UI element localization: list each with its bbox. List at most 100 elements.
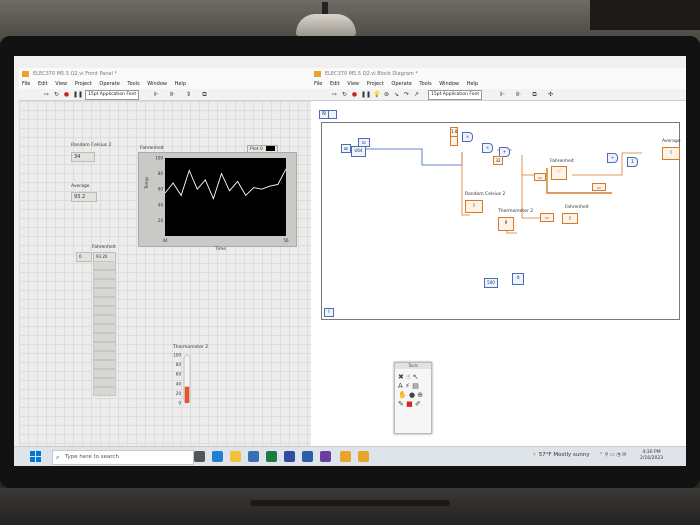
random-number-node[interactable]: ⚀ xyxy=(358,138,370,147)
run-arrow-icon[interactable]: ⇨ xyxy=(331,91,338,98)
brush-tool-icon[interactable]: ✐ xyxy=(415,400,421,408)
menu-operate[interactable]: Operate xyxy=(99,81,119,87)
run-continuous-icon[interactable]: ↻ xyxy=(341,91,348,98)
color-tool-icon[interactable]: ■ xyxy=(406,400,413,408)
thermometer-terminal[interactable]: 🌡 xyxy=(498,217,514,231)
menu-window[interactable]: Window xyxy=(147,81,167,87)
teams-icon[interactable] xyxy=(320,451,331,462)
reorder-icon[interactable]: ⧉ xyxy=(201,91,208,98)
labview-taskbar-icon[interactable] xyxy=(340,451,351,462)
x-tick-label: 44 xyxy=(162,238,168,243)
front-panel-titlebar[interactable]: ELEC370 M5.5 Q2.vi Front Panel * xyxy=(19,68,311,80)
retain-wire-values-icon[interactable]: ⊚ xyxy=(383,91,390,98)
front-panel-canvas[interactable]: Random Celsius 2 34 Average 93.2 Fahrenh… xyxy=(19,101,311,466)
probe-tool-icon[interactable]: ⊕ xyxy=(417,391,423,399)
u64-constant[interactable]: U64 xyxy=(351,146,366,157)
wait-ms-constant[interactable]: 500 xyxy=(484,278,498,288)
multiply-node-2[interactable]: × xyxy=(482,143,493,153)
weather-widget[interactable]: ☀ 57°F Mostly sunny xyxy=(532,452,590,458)
waveform-chart[interactable]: 100 80 60 40 20 44 56 Temp xyxy=(138,152,297,247)
for-loop-structure[interactable]: ⚄ U64 ⚀ 1.8 × × + 32 ▭ Fahrenheit 📈 ÷ Σ … xyxy=(321,122,680,320)
scroll-tool-icon[interactable]: ✋ xyxy=(398,391,407,399)
color-copy-tool-icon[interactable]: ✎ xyxy=(398,400,404,408)
task-view-icon[interactable] xyxy=(194,451,205,462)
edge-icon[interactable] xyxy=(212,451,223,462)
system-tray-icons[interactable]: ⌃ ⚲ ▭ ◔ ✉ xyxy=(599,452,627,458)
loop-count-constant[interactable] xyxy=(328,110,337,119)
menu-view[interactable]: View xyxy=(347,81,359,87)
array-index-control[interactable]: 0 xyxy=(76,252,92,262)
build-array-node[interactable]: ▭ xyxy=(534,173,546,181)
step-over-icon[interactable]: ↷ xyxy=(403,91,410,98)
taskbar-search-box[interactable]: ⌕ Type here to search xyxy=(52,450,194,465)
abort-icon[interactable]: ● xyxy=(351,91,358,98)
outlook-icon[interactable] xyxy=(302,451,313,462)
windows-start-icon[interactable] xyxy=(30,451,41,462)
thermometer-tick-label: 0 xyxy=(178,401,181,406)
block-diagram-canvas[interactable]: N ⚄ U64 ⚀ 1.8 × × + 32 ▭ Fahrenheit 📈 ÷ … xyxy=(311,101,686,466)
array-size-node[interactable]: ▭ xyxy=(592,183,606,191)
random-celsius-terminal[interactable]: ▯ xyxy=(465,200,483,213)
align-icon[interactable]: ⊩ xyxy=(499,91,506,98)
resize-icon[interactable]: ⇕ xyxy=(185,91,192,98)
fahrenheit-array-terminal[interactable]: ▯ xyxy=(562,213,578,224)
dice-random-function[interactable]: ⚄ xyxy=(341,144,351,153)
sum-node[interactable]: Σ xyxy=(627,157,638,167)
operate-tool-icon[interactable]: ☝ xyxy=(406,373,410,381)
abort-icon[interactable]: ● xyxy=(63,91,70,98)
word-icon[interactable] xyxy=(284,451,295,462)
divide-node[interactable]: ÷ xyxy=(607,153,618,163)
run-continuous-icon[interactable]: ↻ xyxy=(53,91,60,98)
wire-tool-icon[interactable]: ⚡ xyxy=(405,382,410,390)
position-tool-icon[interactable]: ↖ xyxy=(413,373,419,381)
average-terminal[interactable]: ▯ xyxy=(662,147,680,160)
store-icon[interactable] xyxy=(248,451,259,462)
menu-operate[interactable]: Operate xyxy=(391,81,411,87)
label-tool-icon[interactable]: A xyxy=(398,382,403,390)
excel-icon[interactable] xyxy=(266,451,277,462)
menu-file[interactable]: File xyxy=(314,81,322,87)
block-diagram-title: ELEC370 M5.5 Q2.vi Block Diagram * xyxy=(325,71,418,77)
tools-palette-title: Tools xyxy=(395,363,431,369)
pause-icon[interactable]: ❚❚ xyxy=(361,91,371,98)
highlight-execution-icon[interactable]: 💡 xyxy=(373,91,380,98)
menu-tools[interactable]: Tools xyxy=(419,81,431,87)
menu-window[interactable]: Window xyxy=(439,81,459,87)
const-dbl[interactable] xyxy=(450,136,458,146)
fahrenheit-graph-terminal[interactable]: 📈 xyxy=(551,166,567,180)
file-explorer-icon[interactable] xyxy=(230,451,241,462)
shortcut-tool-icon[interactable]: ▤ xyxy=(412,382,419,390)
reorder-icon[interactable]: ⧉ xyxy=(531,91,538,98)
menu-project[interactable]: Project xyxy=(367,81,384,87)
align-icon[interactable]: ⊩ xyxy=(153,91,160,98)
menu-file[interactable]: File xyxy=(22,81,30,87)
menu-view[interactable]: View xyxy=(55,81,67,87)
menu-tools[interactable]: Tools xyxy=(127,81,139,87)
labview-taskbar-icon-2[interactable] xyxy=(358,451,369,462)
menu-help[interactable]: Help xyxy=(467,81,478,87)
font-selector[interactable]: 15pt Application Font xyxy=(85,90,140,100)
auto-tool-icon[interactable]: ✖ xyxy=(398,373,404,381)
menu-help[interactable]: Help xyxy=(175,81,186,87)
step-out-icon[interactable]: ↗ xyxy=(413,91,420,98)
loop-tunnel[interactable]: ▭ xyxy=(540,213,554,222)
menu-project[interactable]: Project xyxy=(75,81,92,87)
breakpoint-tool-icon[interactable]: ● xyxy=(409,391,415,399)
wait-ms-function[interactable]: ⏱ xyxy=(512,273,524,285)
run-arrow-icon[interactable]: ⇨ xyxy=(43,91,50,98)
step-into-icon[interactable]: ↘ xyxy=(393,91,400,98)
menu-edit[interactable]: Edit xyxy=(330,81,340,87)
clock-date: 2/16/2023 xyxy=(640,456,664,461)
menu-edit[interactable]: Edit xyxy=(38,81,48,87)
distribute-icon[interactable]: ⊪ xyxy=(169,91,176,98)
pause-icon[interactable]: ❚❚ xyxy=(73,91,83,98)
block-diagram-titlebar[interactable]: ELEC370 M5.5 Q2.vi Block Diagram * xyxy=(311,68,686,80)
tools-palette[interactable]: Tools ✖ ☝ ↖ A ⚡ ▤ ✋ ● ⊕ ✎ ■ ✐ xyxy=(394,362,432,434)
taskbar-clock[interactable]: 4:30 PM 2/16/2023 xyxy=(640,450,663,462)
multiply-node[interactable]: × xyxy=(462,132,473,142)
cleanup-icon[interactable]: ✣ xyxy=(547,91,554,98)
distribute-icon[interactable]: ⊪ xyxy=(515,91,522,98)
const-32[interactable]: 32 xyxy=(493,156,503,165)
font-selector[interactable]: 15pt Application Font xyxy=(428,90,483,100)
windows-taskbar: ⌕ Type here to search ☀ 57°F Mostly sunn… xyxy=(14,446,686,466)
